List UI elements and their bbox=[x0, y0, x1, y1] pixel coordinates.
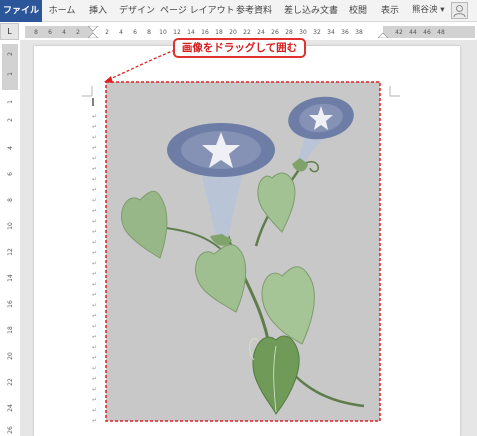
instruction-callout: 画像をドラッグして囲む bbox=[173, 38, 306, 58]
callout-arrow bbox=[107, 49, 176, 81]
paragraph-mark: ↵ bbox=[92, 187, 97, 194]
paragraph-mark: ↵ bbox=[92, 229, 97, 236]
margin-mark-top-left bbox=[82, 86, 93, 97]
callout-arrowhead bbox=[104, 76, 113, 83]
paragraph-mark: ↵ bbox=[92, 197, 97, 204]
paragraph-mark: ↵ bbox=[92, 397, 97, 404]
paragraph-mark: ↵ bbox=[92, 260, 97, 267]
paragraph-mark: ↵ bbox=[92, 386, 97, 393]
margin-mark-top-right bbox=[389, 86, 400, 97]
paragraph-mark: ↵ bbox=[92, 113, 97, 120]
paragraph-mark: ↵ bbox=[92, 334, 97, 341]
paragraph-mark: ↵ bbox=[92, 292, 97, 299]
paragraph-mark: ↵ bbox=[92, 145, 97, 152]
paragraph-mark: ↵ bbox=[92, 208, 97, 215]
paragraph-mark: ↵ bbox=[92, 239, 97, 246]
paragraph-mark: ↵ bbox=[92, 344, 97, 351]
paragraph-mark: ↵ bbox=[92, 376, 97, 383]
paragraph-mark: ↵ bbox=[92, 418, 97, 425]
paragraph-mark: ↵ bbox=[92, 355, 97, 362]
paragraph-mark: ↵ bbox=[92, 250, 97, 257]
paragraph-mark: ↵ bbox=[92, 407, 97, 414]
page-content: ↵ ↵ ↵ ↵ ↵ ↵ ↵ ↵ ↵ ↵ ↵ ↵ ↵ ↵ ↵ ↵ ↵ ↵ ↵ ↵ ↵ ↵ ↵ ↵ ↵ ↵ ↵ ↵ ↵ ↵ bbox=[82, 49, 400, 425]
paragraph-mark: ↵ bbox=[92, 124, 97, 131]
morning-glory-image[interactable] bbox=[105, 81, 381, 422]
paragraph-mark: ↵ bbox=[92, 271, 97, 278]
paragraph-mark: ↵ bbox=[92, 176, 97, 183]
paragraph-mark: ↵ bbox=[92, 365, 97, 372]
paragraph-mark: ↵ bbox=[92, 313, 97, 320]
paragraph-mark: ↵ bbox=[92, 218, 97, 225]
paragraph-mark: ↵ bbox=[92, 155, 97, 162]
paragraph-mark: ↵ bbox=[92, 166, 97, 173]
paragraph-mark: ↵ bbox=[92, 134, 97, 141]
paragraph-mark: ↵ bbox=[92, 281, 97, 288]
paragraph-mark: ↵ bbox=[92, 323, 97, 330]
paragraph-marks: ↵ ↵ ↵ ↵ ↵ ↵ ↵ ↵ ↵ ↵ ↵ ↵ ↵ ↵ ↵ ↵ ↵ ↵ ↵ ↵ ↵ ↵ ↵ ↵ ↵ ↵ ↵ ↵ ↵ ↵ bbox=[92, 113, 97, 425]
paragraph-mark: ↵ bbox=[92, 302, 97, 309]
